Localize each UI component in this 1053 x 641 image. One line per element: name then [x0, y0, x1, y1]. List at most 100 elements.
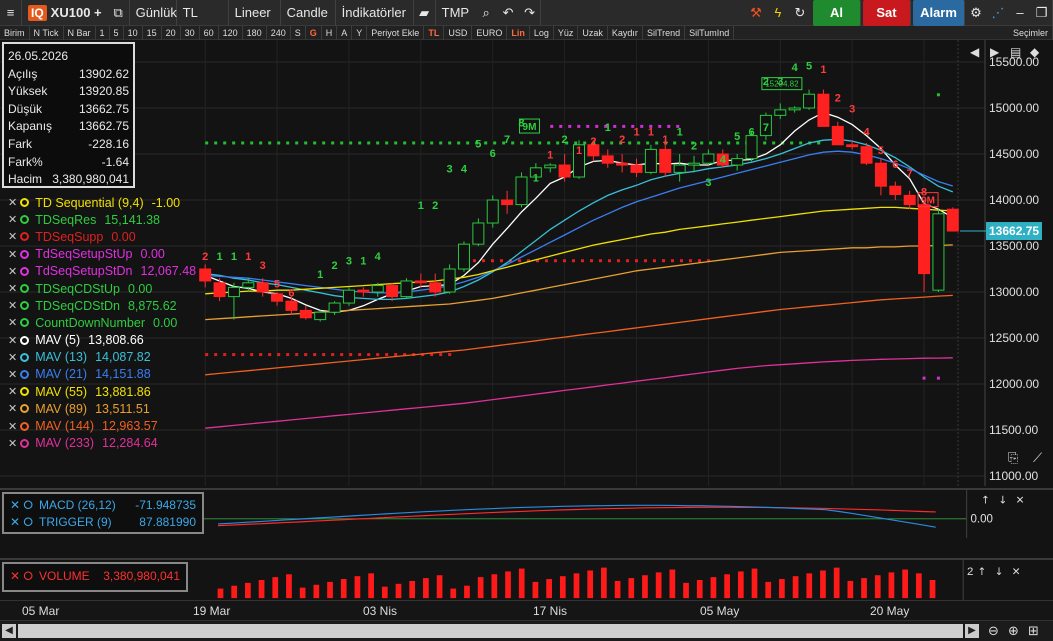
visibility-icon[interactable]: [20, 352, 30, 362]
scroll-left-button[interactable]: ◀: [2, 624, 16, 638]
close-icon[interactable]: ✕: [8, 213, 17, 226]
period-option[interactable]: TL: [424, 25, 445, 40]
close-icon[interactable]: ✕: [8, 196, 17, 209]
zoom-in-icon[interactable]: ⊕: [1008, 623, 1019, 639]
legend-item[interactable]: ✕ TDSeqCDStDn 8,875.62: [8, 297, 196, 314]
zoom-out-icon[interactable]: ⊖: [988, 623, 999, 639]
indicators-menu[interactable]: İndikatörler: [336, 0, 414, 26]
close-icon[interactable]: ✕: [8, 230, 17, 243]
share-icon[interactable]: ⋰: [987, 0, 1009, 26]
period-option[interactable]: 30: [181, 25, 200, 40]
legend-item[interactable]: ✕ TDSeqCDStUp 0.00: [8, 280, 196, 297]
legend-item[interactable]: ✕ TD Sequential (9,4) -1.00: [8, 194, 196, 211]
period-option[interactable]: S: [291, 25, 306, 40]
sell-button[interactable]: Sat: [863, 0, 911, 26]
period-option[interactable]: Uzak: [578, 25, 608, 40]
refresh-icon[interactable]: ↻: [789, 0, 811, 26]
period-option[interactable]: Lin: [507, 25, 530, 40]
tmp-button[interactable]: TMP: [436, 0, 475, 26]
legend-item[interactable]: ✕ CountDownNumber 0.00: [8, 314, 196, 331]
period-option[interactable]: Yüz: [554, 25, 579, 40]
period-option[interactable]: SilTrend: [643, 25, 686, 40]
legend-item[interactable]: ✕ MAV (89) 13,511.51: [8, 400, 196, 417]
close-icon[interactable]: ✕: [8, 385, 17, 398]
close-icon[interactable]: ✕: [8, 265, 17, 278]
buy-button[interactable]: Al: [813, 0, 861, 26]
period-selector[interactable]: Günlük: [130, 0, 177, 26]
period-option[interactable]: 15: [143, 25, 162, 40]
menu-icon[interactable]: ≡: [0, 0, 22, 26]
external-link-icon[interactable]: ⧉: [108, 0, 130, 26]
legend-item[interactable]: ✕ MAV (21) 14,151.88: [8, 366, 196, 383]
period-option[interactable]: USD: [444, 25, 473, 40]
close-icon[interactable]: ✕: [8, 334, 17, 347]
legend-item[interactable]: ✕ TdSeqSetupStUp 0.00: [8, 246, 196, 263]
close-icon[interactable]: ✕: [8, 402, 17, 415]
visibility-icon[interactable]: [20, 284, 30, 294]
symbol-selector[interactable]: IQ XU100 +: [22, 0, 108, 26]
redo-icon[interactable]: ↷: [519, 0, 542, 26]
period-option[interactable]: 5: [110, 25, 124, 40]
gear-icon[interactable]: ⚙: [965, 0, 987, 26]
period-option[interactable]: 60: [200, 25, 219, 40]
scroll-thumb[interactable]: [18, 624, 963, 638]
legend-item[interactable]: ✕ MAV (233) 12,284.64: [8, 435, 196, 452]
visibility-icon[interactable]: [20, 198, 30, 208]
period-option[interactable]: N Bar: [64, 25, 96, 40]
period-option[interactable]: 20: [162, 25, 181, 40]
legend-item[interactable]: ✕ MAV (55) 13,881.86: [8, 383, 196, 400]
close-icon[interactable]: ✕: [8, 437, 17, 450]
period-option[interactable]: G: [306, 25, 322, 40]
period-option[interactable]: Log: [530, 25, 554, 40]
currency-selector[interactable]: TL: [177, 0, 229, 26]
visibility-icon[interactable]: [20, 266, 30, 276]
search-icon[interactable]: ⌕: [475, 0, 497, 26]
period-option[interactable]: 240: [267, 25, 291, 40]
visibility-icon[interactable]: [20, 387, 30, 397]
period-option[interactable]: 1: [96, 25, 110, 40]
close-icon[interactable]: ✕: [8, 420, 17, 433]
period-option[interactable]: A: [337, 25, 353, 40]
period-option[interactable]: N Tick: [30, 25, 64, 40]
close-icon[interactable]: ✕: [8, 282, 17, 295]
visibility-icon[interactable]: [20, 318, 30, 328]
visibility-icon[interactable]: [20, 369, 30, 379]
chart-type-selector[interactable]: Candle: [281, 0, 336, 26]
scroll-right-button[interactable]: ▶: [965, 624, 979, 638]
visibility-icon[interactable]: [20, 232, 30, 242]
period-option[interactable]: 180: [243, 25, 267, 40]
horizontal-scrollbar[interactable]: ◀ ▶ ⊖ ⊕ ⊞: [0, 620, 1053, 641]
lightning-icon[interactable]: ϟ: [767, 0, 789, 26]
visibility-icon[interactable]: [20, 335, 30, 345]
visibility-icon[interactable]: [20, 249, 30, 259]
visibility-icon[interactable]: [20, 301, 30, 311]
legend-item[interactable]: ✕ MAV (13) 14,087.82: [8, 349, 196, 366]
close-icon[interactable]: ✕: [8, 299, 17, 312]
scale-selector[interactable]: Lineer: [229, 0, 281, 26]
close-icon[interactable]: ✕: [8, 316, 17, 329]
folder-icon[interactable]: ▰: [414, 0, 436, 26]
legend-item[interactable]: ✕ TdSeqSetupStDn 12,067.48: [8, 263, 196, 280]
alarm-button[interactable]: Alarm: [913, 0, 965, 26]
close-icon[interactable]: ✕: [8, 351, 17, 364]
period-option[interactable]: Kaydır: [608, 25, 643, 40]
close-icon[interactable]: ✕: [8, 368, 17, 381]
period-option[interactable]: SilTumInd: [685, 25, 735, 40]
fit-icon[interactable]: ⊞: [1028, 623, 1039, 639]
legend-item[interactable]: ✕ MAV (5) 13,808.66: [8, 332, 196, 349]
legend-item[interactable]: ✕ MAV (144) 12,963.57: [8, 417, 196, 434]
period-option[interactable]: Periyot Ekle: [367, 25, 425, 40]
hammer-icon[interactable]: ⚒: [745, 0, 767, 26]
period-option[interactable]: H: [322, 25, 338, 40]
period-option[interactable]: Y: [352, 25, 368, 40]
minimize-icon[interactable]: –: [1009, 0, 1031, 26]
legend-item[interactable]: ✕ TDSeqSupp 0.00: [8, 228, 196, 245]
undo-icon[interactable]: ↶: [497, 0, 519, 26]
visibility-icon[interactable]: [20, 404, 30, 414]
period-option[interactable]: Birim: [0, 25, 30, 40]
period-option[interactable]: 10: [124, 25, 143, 40]
close-icon[interactable]: ✕: [8, 248, 17, 261]
period-option[interactable]: 120: [219, 25, 243, 40]
period-option[interactable]: EURO: [472, 25, 508, 40]
visibility-icon[interactable]: [20, 438, 30, 448]
